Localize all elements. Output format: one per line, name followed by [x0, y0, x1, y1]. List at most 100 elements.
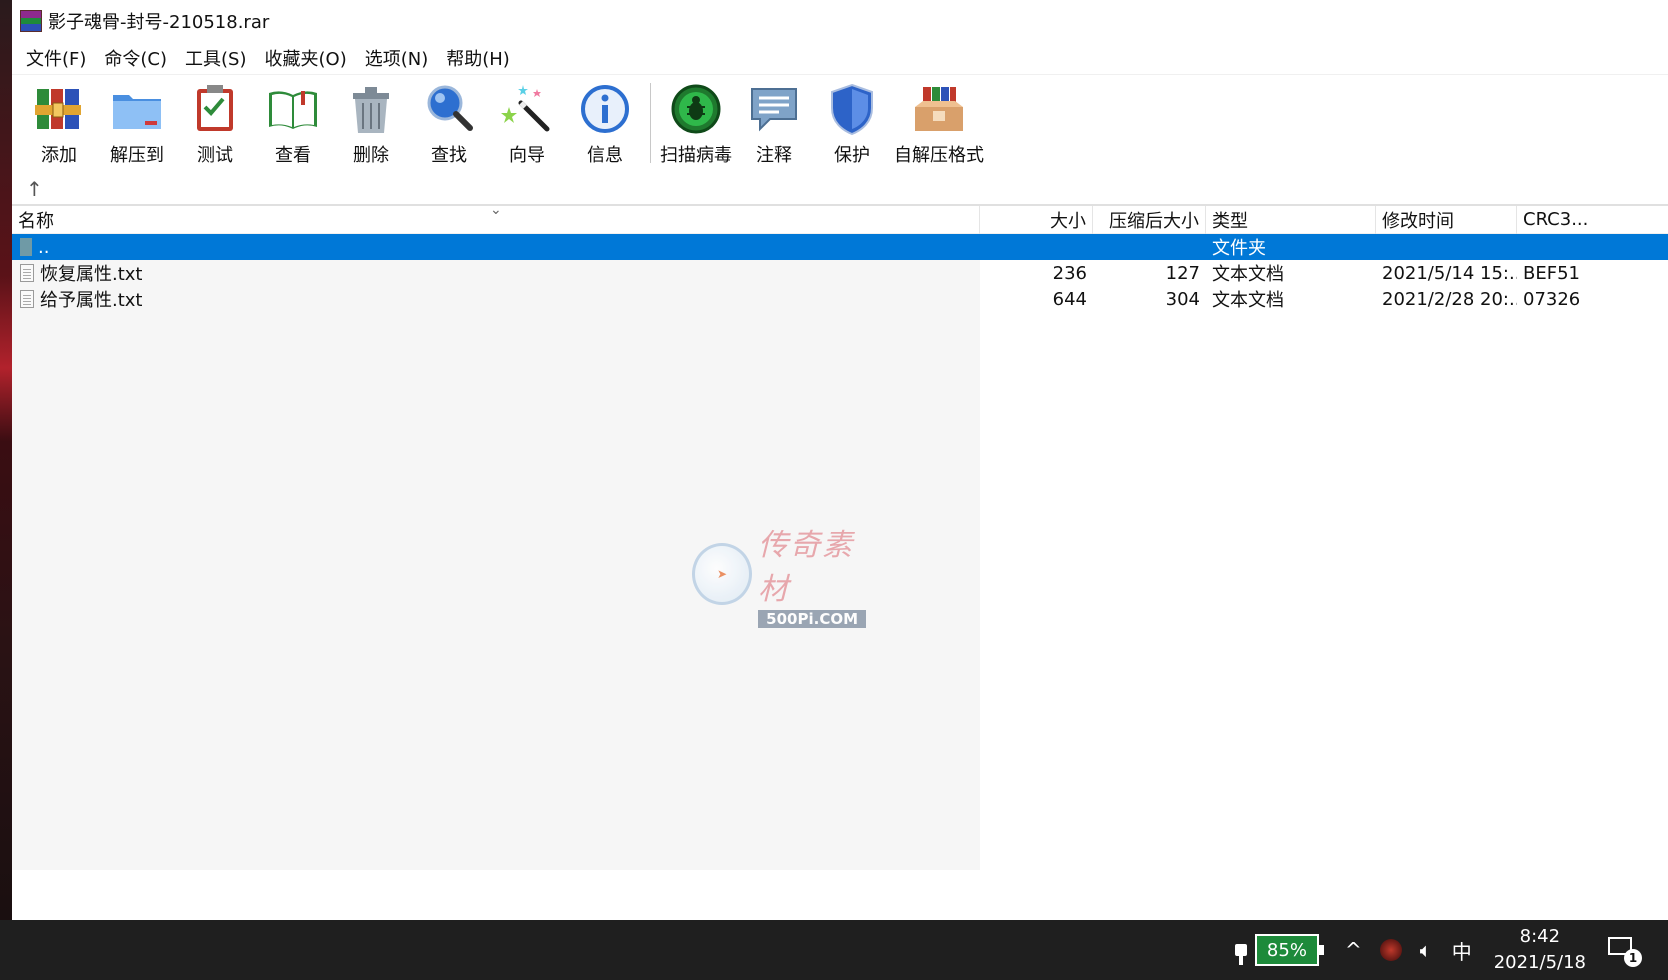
- ime-indicator[interactable]: 中: [1452, 936, 1472, 965]
- system-tray: 85% ^ 🔈︎ 中 8:42 2021/5/18 1: [1231, 920, 1668, 980]
- list-item[interactable]: 给予属性.txt 644 304 文本文档 2021/2/28 20:... 0…: [12, 286, 1668, 312]
- watermark-en: 500Pi.COM: [758, 610, 867, 628]
- window-title: 影子魂骨-封号-210518.rar: [48, 12, 270, 33]
- protect-button[interactable]: 保护: [813, 75, 891, 169]
- clipboard-check-icon: [197, 85, 233, 131]
- delete-label: 删除: [353, 145, 389, 166]
- column-type[interactable]: 类型: [1206, 205, 1376, 234]
- show-hidden-icons-chevron-icon[interactable]: ^: [1345, 938, 1362, 962]
- comment-icon: [751, 88, 797, 132]
- row-modified: 2021/5/14 15:...: [1382, 262, 1517, 284]
- action-center-button[interactable]: 1: [1608, 937, 1642, 967]
- battery-indicator[interactable]: 85%: [1254, 934, 1324, 966]
- up-arrow-icon[interactable]: ↑: [26, 177, 43, 201]
- info-button[interactable]: 信息: [566, 75, 644, 169]
- watermark-emblem-icon: ➤: [692, 543, 753, 605]
- row-crc: BEF51: [1523, 262, 1580, 284]
- tray-app-icon[interactable]: [1379, 939, 1402, 961]
- comment-button[interactable]: 注释: [735, 75, 813, 169]
- magic-wand-icon: [501, 85, 550, 132]
- magnifier-icon: [427, 85, 473, 131]
- row-name-text: 恢复属性.txt: [40, 264, 143, 285]
- clock-date: 2021/5/18: [1493, 952, 1586, 973]
- add-archive-icon: [35, 89, 81, 129]
- folder-up-icon: [20, 238, 32, 256]
- comment-label: 注释: [756, 145, 792, 166]
- info-label: 信息: [587, 145, 623, 166]
- book-icon: [269, 91, 317, 129]
- menu-bar: 文件(F) 命令(C) 工具(S) 收藏夹(O) 选项(N) 帮助(H): [12, 42, 1668, 74]
- add-button[interactable]: 添加: [20, 75, 98, 169]
- toolbar: 添加 解压到 测试 查看 删除 查找 向导 信息 扫描病毒 注释 保护 自解压格…: [12, 74, 1668, 174]
- desktop-wallpaper-strip: [0, 0, 12, 920]
- sfx-button[interactable]: 自解压格式: [891, 75, 987, 169]
- view-button[interactable]: 查看: [254, 75, 332, 169]
- column-crc[interactable]: CRC3...: [1517, 206, 1668, 234]
- row-crc: [1517, 234, 1668, 260]
- watermark-cn: 传奇素材: [758, 528, 855, 607]
- list-item-parent[interactable]: .. 文件夹: [12, 234, 1668, 260]
- list-item[interactable]: 恢复属性.txt 236 127 文本文档 2021/5/14 15:... B…: [12, 260, 1668, 286]
- folder-extract-icon: [113, 95, 161, 129]
- row-name: 给予属性.txt: [12, 286, 980, 312]
- row-packed: 304: [1165, 288, 1200, 310]
- test-label: 测试: [197, 145, 233, 166]
- wizard-label: 向导: [509, 145, 545, 166]
- find-button[interactable]: 查找: [410, 75, 488, 169]
- row-name: ..: [12, 234, 980, 260]
- menu-options[interactable]: 选项(N): [357, 45, 437, 71]
- file-list: .. 文件夹 恢复属性.txt 236 127 文本文档 2021/5/14 1…: [12, 234, 1668, 870]
- row-name: 恢复属性.txt: [12, 260, 980, 286]
- winrar-window: 影子魂骨-封号-210518.rar 文件(F) 命令(C) 工具(S) 收藏夹…: [12, 0, 1668, 920]
- scan-virus-label: 扫描病毒: [660, 145, 732, 166]
- row-packed: [1093, 234, 1206, 260]
- sfx-label: 自解压格式: [894, 145, 984, 166]
- title-bar[interactable]: 影子魂骨-封号-210518.rar: [12, 0, 1668, 42]
- sort-chevron-down-icon: ⌄: [490, 202, 502, 218]
- add-label: 添加: [41, 145, 77, 166]
- column-header: 名称 大小 压缩后大小 类型 修改时间 CRC3... ⌄: [12, 202, 1668, 234]
- winrar-app-icon: [20, 10, 42, 32]
- test-button[interactable]: 测试: [176, 75, 254, 169]
- trash-can-icon: [353, 87, 389, 133]
- text-file-icon: [20, 290, 34, 308]
- menu-file[interactable]: 文件(F): [18, 45, 94, 71]
- toolbar-separator: [650, 83, 651, 163]
- row-modified: 2021/2/28 20:...: [1382, 288, 1517, 310]
- column-packed[interactable]: 压缩后大小: [1093, 205, 1206, 234]
- row-name-text: 给予属性.txt: [40, 290, 143, 311]
- menu-commands[interactable]: 命令(C): [96, 45, 175, 71]
- clock[interactable]: 8:42 2021/5/18: [1494, 924, 1586, 976]
- extract-to-label: 解压到: [110, 145, 164, 166]
- row-modified: [1376, 234, 1517, 260]
- row-size: 236: [1052, 262, 1087, 284]
- view-label: 查看: [275, 145, 311, 166]
- info-icon: [581, 85, 629, 133]
- shield-icon: [831, 83, 873, 136]
- row-size: [980, 234, 1093, 260]
- delete-button[interactable]: 删除: [332, 75, 410, 169]
- row-name-text: ..: [38, 236, 50, 258]
- notification-count: 1: [1624, 949, 1642, 967]
- power-plug-icon: [1231, 936, 1251, 965]
- wizard-button[interactable]: 向导: [488, 75, 566, 169]
- row-size: 644: [1052, 288, 1087, 310]
- row-type: 文本文档: [1212, 264, 1284, 285]
- row-crc: 07326: [1523, 288, 1581, 310]
- menu-help[interactable]: 帮助(H): [438, 45, 518, 71]
- clock-time: 8:42: [1519, 926, 1561, 947]
- scan-virus-button[interactable]: 扫描病毒: [657, 75, 735, 169]
- column-modified[interactable]: 修改时间: [1376, 205, 1517, 234]
- row-type: 文件夹: [1212, 238, 1266, 259]
- find-label: 查找: [431, 145, 467, 166]
- menu-favorites[interactable]: 收藏夹(O): [257, 45, 355, 71]
- extract-to-button[interactable]: 解压到: [98, 75, 176, 169]
- watermark-logo: ➤ 传奇素材 500Pi.COM: [692, 528, 882, 628]
- speaker-icon[interactable]: 🔈︎: [1420, 938, 1432, 962]
- sfx-box-icon: [915, 87, 963, 131]
- text-file-icon: [20, 264, 34, 282]
- column-size[interactable]: 大小: [980, 205, 1093, 234]
- protect-label: 保护: [834, 145, 870, 166]
- row-type: 文本文档: [1212, 290, 1284, 311]
- menu-tools[interactable]: 工具(S): [177, 45, 254, 71]
